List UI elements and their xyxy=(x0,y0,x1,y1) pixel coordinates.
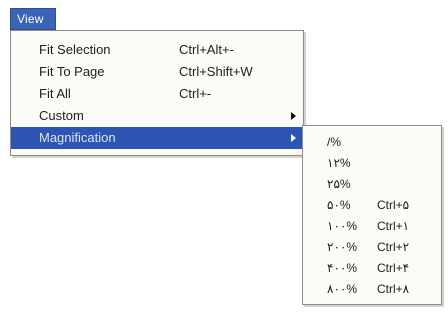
zoom-option[interactable]: ۸۰۰% Ctrl+۸ xyxy=(303,279,441,300)
menu-item-label: Custom xyxy=(39,108,84,123)
zoom-shortcut: Ctrl+۵ xyxy=(377,198,410,212)
zoom-level-label: ۱۲% xyxy=(327,156,351,170)
zoom-level-label: ۴۰۰% xyxy=(327,261,358,275)
zoom-shortcut: Ctrl+۴ xyxy=(377,261,410,275)
menu-item-label: Fit To Page xyxy=(39,64,105,79)
zoom-level-label: ۱۰۰% xyxy=(327,219,358,233)
zoom-option[interactable]: ۲۵% xyxy=(303,174,441,195)
zoom-option[interactable]: ۵۰% Ctrl+۵ xyxy=(303,195,441,216)
menu-item-shortcut: Ctrl+Alt+- xyxy=(179,42,234,57)
menu-item-shortcut: Ctrl+- xyxy=(179,86,212,101)
zoom-level-label: ۲۵% xyxy=(327,177,351,191)
view-menu: Fit Selection Ctrl+Alt+- Fit To Page Ctr… xyxy=(10,30,304,156)
menu-item-label: Magnification xyxy=(39,130,116,145)
zoom-option[interactable]: ۱۲% xyxy=(303,153,441,174)
menu-item-fit-to-page[interactable]: Fit To Page Ctrl+Shift+W xyxy=(11,61,303,83)
zoom-option[interactable]: ۲۰۰% Ctrl+۲ xyxy=(303,237,441,258)
magnification-submenu: /% ۱۲% ۲۵% ۵۰% Ctrl+۵ ۱۰۰% Ctrl+۱ ۲۰۰% C… xyxy=(302,125,442,305)
zoom-option[interactable]: /% xyxy=(303,132,441,153)
menu-item-fit-all[interactable]: Fit All Ctrl+- xyxy=(11,83,303,105)
zoom-level-label: ۸۰۰% xyxy=(327,282,358,296)
menu-item-shortcut: Ctrl+Shift+W xyxy=(179,64,253,79)
zoom-option[interactable]: ۱۰۰% Ctrl+۱ xyxy=(303,216,441,237)
menu-top-padding xyxy=(11,31,303,39)
menu-item-label: Fit Selection xyxy=(39,42,111,57)
menu-item-fit-selection[interactable]: Fit Selection Ctrl+Alt+- xyxy=(11,39,303,61)
zoom-level-label: ۲۰۰% xyxy=(327,240,358,254)
view-menu-button[interactable]: View xyxy=(10,8,56,30)
screenshot-stage: View Fit Selection Ctrl+Alt+- Fit To Pag… xyxy=(0,0,448,319)
zoom-shortcut: Ctrl+۸ xyxy=(377,282,410,296)
zoom-option[interactable]: ۴۰۰% Ctrl+۴ xyxy=(303,258,441,279)
menu-item-magnification[interactable]: Magnification xyxy=(11,127,303,149)
zoom-level-label: /% xyxy=(327,135,342,149)
zoom-level-label: ۵۰% xyxy=(327,198,351,212)
zoom-shortcut: Ctrl+۱ xyxy=(377,219,410,233)
menu-item-label: Fit All xyxy=(39,86,71,101)
submenu-arrow-icon xyxy=(291,112,296,120)
zoom-shortcut: Ctrl+۲ xyxy=(377,240,410,254)
menu-item-custom[interactable]: Custom xyxy=(11,105,303,127)
submenu-arrow-icon xyxy=(291,134,296,142)
